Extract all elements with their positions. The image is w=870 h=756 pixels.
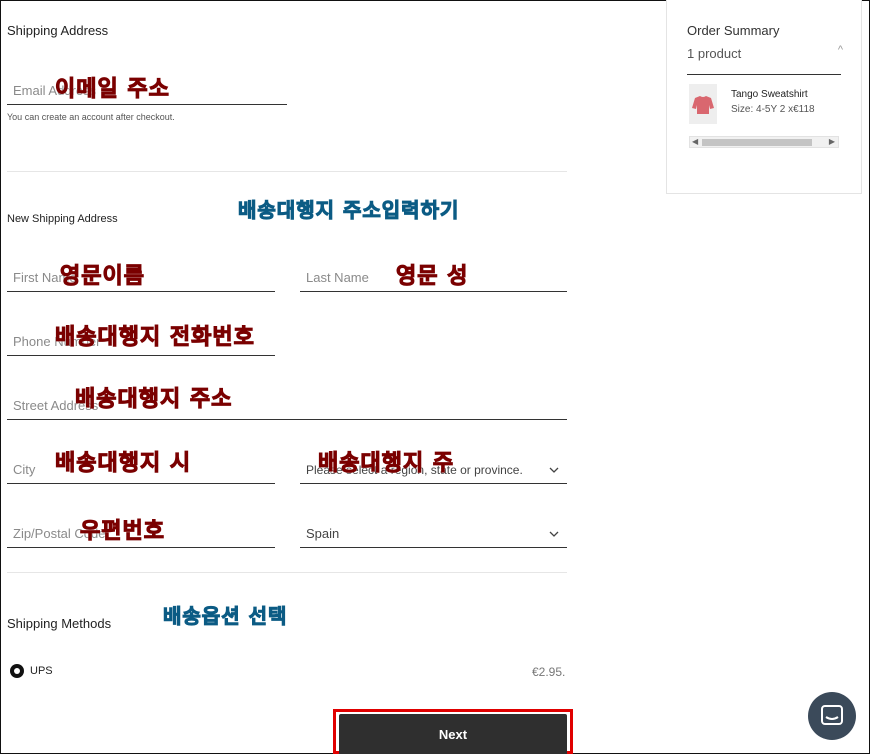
annotation-first-name: 영문이름 — [60, 264, 145, 290]
product-name: Tango Sweatshirt — [731, 89, 808, 100]
annotation-city: 배송대행지 시 — [54, 451, 192, 477]
chat-button[interactable] — [808, 692, 856, 740]
annotation-new-address: 배송대행지 주소입력하기 — [237, 198, 460, 223]
summary-divider — [687, 74, 841, 75]
annotation-zip: 우편번호 — [80, 519, 165, 545]
section-divider — [7, 572, 567, 573]
country-value: Spain — [306, 526, 340, 541]
chevron-down-icon — [549, 467, 559, 473]
scrollbar-thumb[interactable] — [702, 139, 812, 146]
annotation-phone: 배송대행지 전화번호 — [55, 325, 255, 351]
annotation-last-name: 영문 성 — [395, 264, 469, 290]
order-summary-panel: Order Summary 1 product ^ Tango Sweatshi… — [666, 0, 862, 194]
product-meta: Size: 4-5Y 2 x€118 — [731, 104, 815, 115]
horizontal-scrollbar[interactable]: ◀ ▶ — [689, 136, 839, 148]
scroll-right-icon[interactable]: ▶ — [829, 137, 835, 146]
order-summary-title: Order Summary — [687, 23, 780, 38]
scroll-left-icon[interactable]: ◀ — [692, 137, 698, 146]
chat-bubble-icon — [821, 705, 843, 725]
last-name-placeholder: Last Name — [306, 270, 369, 285]
order-summary-count: 1 product — [687, 46, 742, 61]
section-divider — [7, 171, 567, 172]
annotation-email: 이메일 주소 — [55, 77, 170, 103]
ups-label: UPS — [30, 665, 53, 677]
chevron-down-icon — [549, 531, 559, 537]
annotation-street: 배송대행지 주소 — [74, 387, 233, 413]
shipping-address-heading: Shipping Address — [7, 23, 109, 38]
product-thumbnail — [689, 84, 717, 124]
annotation-shipping-option: 배송옵션 선택 — [162, 604, 288, 629]
caret-up-icon[interactable]: ^ — [838, 44, 843, 56]
shipping-methods-heading: Shipping Methods — [7, 616, 112, 631]
city-placeholder: City — [13, 462, 36, 477]
new-shipping-address-heading: New Shipping Address — [7, 213, 118, 225]
next-button[interactable]: Next — [339, 714, 567, 754]
ups-price: €2.95. — [532, 665, 566, 679]
country-select[interactable]: Spain — [300, 517, 567, 548]
sweatshirt-icon — [692, 96, 714, 114]
ups-radio[interactable] — [10, 664, 24, 678]
email-helper-text: You can create an account after checkout… — [7, 112, 175, 122]
annotation-state: 배송대행지 주 — [317, 451, 455, 477]
